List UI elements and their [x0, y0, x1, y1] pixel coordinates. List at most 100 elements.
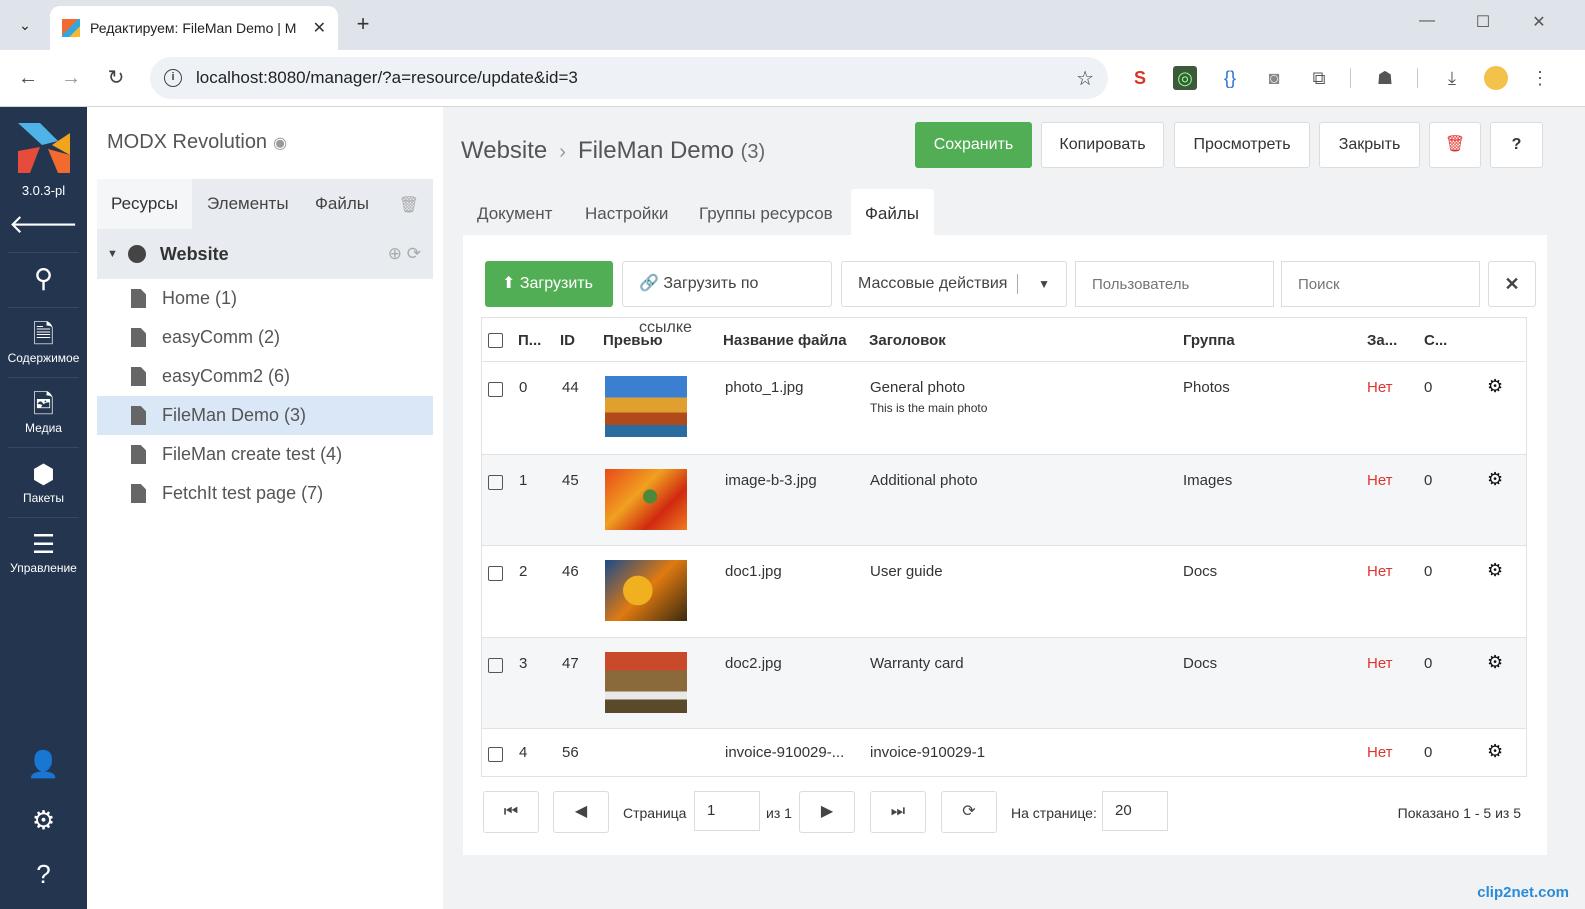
tab-resources[interactable]: Ресурсы — [97, 179, 193, 229]
page-number-input[interactable]: 1 — [694, 791, 760, 831]
gear-icon[interactable]: ⚙ — [1487, 469, 1503, 490]
col-group[interactable]: Группа — [1183, 332, 1235, 349]
site-info-icon[interactable]: i — [164, 69, 182, 87]
table-row[interactable]: 3 47 doc2.jpg Warranty card Docs Нет 0 ⚙ — [482, 638, 1526, 729]
modx-logo-icon[interactable] — [18, 123, 70, 173]
gear-icon[interactable]: ⚙ — [1487, 376, 1503, 397]
gear-icon[interactable]: ⚙ — [1487, 560, 1503, 581]
rail-content-button[interactable]: 🗎 Содержимое — [0, 319, 87, 365]
col-preview[interactable]: Превью — [603, 332, 663, 349]
table-row[interactable]: 4 56 invoice-910029-... invoice-910029-1… — [482, 729, 1526, 776]
gear-icon[interactable]: ⚙ — [1487, 652, 1503, 673]
tab-document[interactable]: Документ — [463, 189, 566, 235]
green-extension-icon[interactable]: ◎ — [1173, 66, 1197, 90]
breadcrumb-root[interactable]: Website — [461, 137, 547, 164]
address-url[interactable]: localhost:8080/manager/?a=resource/updat… — [196, 68, 1076, 88]
preview-thumbnail[interactable] — [605, 376, 687, 437]
new-tab-button[interactable]: + — [350, 10, 376, 38]
table-row[interactable]: 0 44 photo_1.jpg General photo This is t… — [482, 362, 1526, 455]
upload-button[interactable]: ⬆ Загрузить — [485, 261, 613, 307]
tab-files[interactable]: Файлы — [301, 179, 383, 229]
download-icon[interactable]: ⤓ — [1440, 66, 1464, 90]
first-page-button[interactable]: ⏮ — [483, 791, 539, 833]
delete-button[interactable]: 🗑 — [1429, 122, 1481, 168]
clear-filter-button[interactable]: ✕ — [1488, 261, 1536, 307]
col-filename[interactable]: Название файла — [723, 332, 847, 349]
preview-thumbnail[interactable] — [605, 560, 687, 621]
close-window-icon[interactable]: ✕ — [1524, 12, 1554, 32]
search-button[interactable]: ⚲ — [0, 263, 87, 293]
eye-icon[interactable]: ◉ — [273, 135, 287, 152]
save-button[interactable]: Сохранить — [915, 122, 1032, 168]
rail-packages-button[interactable]: ⬢ Пакеты — [0, 459, 87, 505]
code-extension-icon[interactable]: {} — [1218, 66, 1242, 90]
help-button[interactable]: ? — [1490, 122, 1543, 168]
rail-manage-button[interactable]: ☰ Управление — [0, 529, 87, 575]
select-all-checkbox[interactable] — [488, 333, 503, 348]
tree-item-selected[interactable]: FileMan Demo (3) — [97, 396, 433, 435]
browser-tab[interactable]: Редактируем: FileMan Demo | M ✕ — [50, 6, 338, 50]
row-checkbox[interactable] — [488, 747, 503, 762]
tree-item[interactable]: FetchIt test page (7) — [97, 474, 433, 513]
col-count[interactable]: С... — [1424, 332, 1447, 349]
seo-extension-icon[interactable]: S — [1128, 66, 1152, 90]
caret-down-icon[interactable]: ▼ — [107, 248, 118, 260]
add-refresh-icons[interactable]: ⊕ ⟳ — [388, 244, 421, 264]
col-id[interactable]: ID — [560, 332, 575, 349]
tree-item[interactable]: easyComm2 (6) — [97, 357, 433, 396]
row-checkbox[interactable] — [488, 475, 503, 490]
tree-root-website[interactable]: ▼ Website ⊕ ⟳ — [97, 229, 433, 279]
close-tab-icon[interactable]: ✕ — [313, 18, 326, 38]
user-filter-input[interactable] — [1075, 261, 1274, 307]
per-page-input[interactable]: 20 — [1102, 791, 1168, 831]
minimize-icon[interactable]: — — [1412, 12, 1442, 30]
settings-button[interactable]: ⚙ — [0, 805, 87, 835]
bulk-actions-dropdown[interactable]: Массовые действия ▼ — [841, 261, 1067, 307]
row-checkbox[interactable] — [488, 382, 503, 397]
table-row[interactable]: 2 46 doc1.jpg User guide Docs Нет 0 ⚙ — [482, 546, 1526, 638]
tab-files[interactable]: Файлы — [851, 189, 934, 235]
col-title[interactable]: Заголовок — [869, 332, 946, 349]
upload-by-link-button[interactable]: 🔗 Загрузить по ссылке — [622, 261, 832, 336]
row-checkbox[interactable] — [488, 658, 503, 673]
close-button[interactable]: Закрыть — [1319, 122, 1420, 168]
prev-page-button[interactable]: ◀ — [553, 791, 609, 833]
reload-icon[interactable]: ↻ — [102, 64, 130, 92]
extensions-puzzle-icon[interactable]: ⧉ — [1307, 66, 1331, 90]
site-name[interactable]: MODX Revolution ◉ — [107, 131, 287, 154]
user-profile-button[interactable]: 👤 — [0, 749, 87, 779]
profile-avatar[interactable] — [1484, 66, 1508, 90]
row-checkbox[interactable] — [488, 566, 503, 581]
address-bar[interactable]: i localhost:8080/manager/?a=resource/upd… — [150, 57, 1108, 99]
copy-button[interactable]: Копировать — [1041, 122, 1164, 168]
last-page-button[interactable]: ⏭ — [870, 791, 926, 833]
browser-menu-icon[interactable]: ⋮ — [1528, 66, 1552, 90]
back-icon[interactable]: ← — [14, 64, 42, 92]
forward-icon[interactable]: → — [57, 64, 85, 92]
tree-item[interactable]: easyComm (2) — [97, 318, 433, 357]
col-position[interactable]: П... — [518, 332, 541, 349]
view-button[interactable]: Просмотреть — [1174, 122, 1310, 168]
help-button[interactable]: ? — [0, 859, 87, 889]
tab-settings[interactable]: Настройки — [571, 189, 682, 235]
back-arrow-button[interactable]: 🡐 — [0, 209, 87, 239]
tab-resource-groups[interactable]: Группы ресурсов — [685, 189, 847, 235]
tab-search-menu[interactable]: ⌄ — [10, 8, 40, 42]
rail-media-button[interactable]: 🖻 Медиа — [0, 389, 87, 435]
tree-item[interactable]: FileMan create test (4) — [97, 435, 433, 474]
bookmark-star-icon[interactable]: ☆ — [1076, 66, 1094, 91]
next-page-button[interactable]: ▶ — [799, 791, 855, 833]
trash-icon[interactable]: 🗑 — [399, 195, 419, 215]
search-input[interactable] — [1281, 261, 1480, 307]
col-private[interactable]: За... — [1367, 332, 1397, 349]
preview-thumbnail[interactable] — [605, 652, 687, 713]
gear-icon[interactable]: ⚙ — [1487, 741, 1503, 762]
incognito-icon[interactable]: ☗ — [1373, 66, 1397, 90]
tab-elements[interactable]: Элементы — [193, 179, 303, 229]
refresh-button[interactable]: ⟳ — [941, 791, 997, 833]
camera-extension-icon[interactable]: ◙ — [1262, 66, 1286, 90]
maximize-icon[interactable]: ☐ — [1468, 12, 1498, 32]
tree-item[interactable]: Home (1) — [97, 279, 433, 318]
preview-thumbnail[interactable] — [605, 469, 687, 530]
table-row[interactable]: 1 45 image-b-3.jpg Additional photo Imag… — [482, 455, 1526, 546]
